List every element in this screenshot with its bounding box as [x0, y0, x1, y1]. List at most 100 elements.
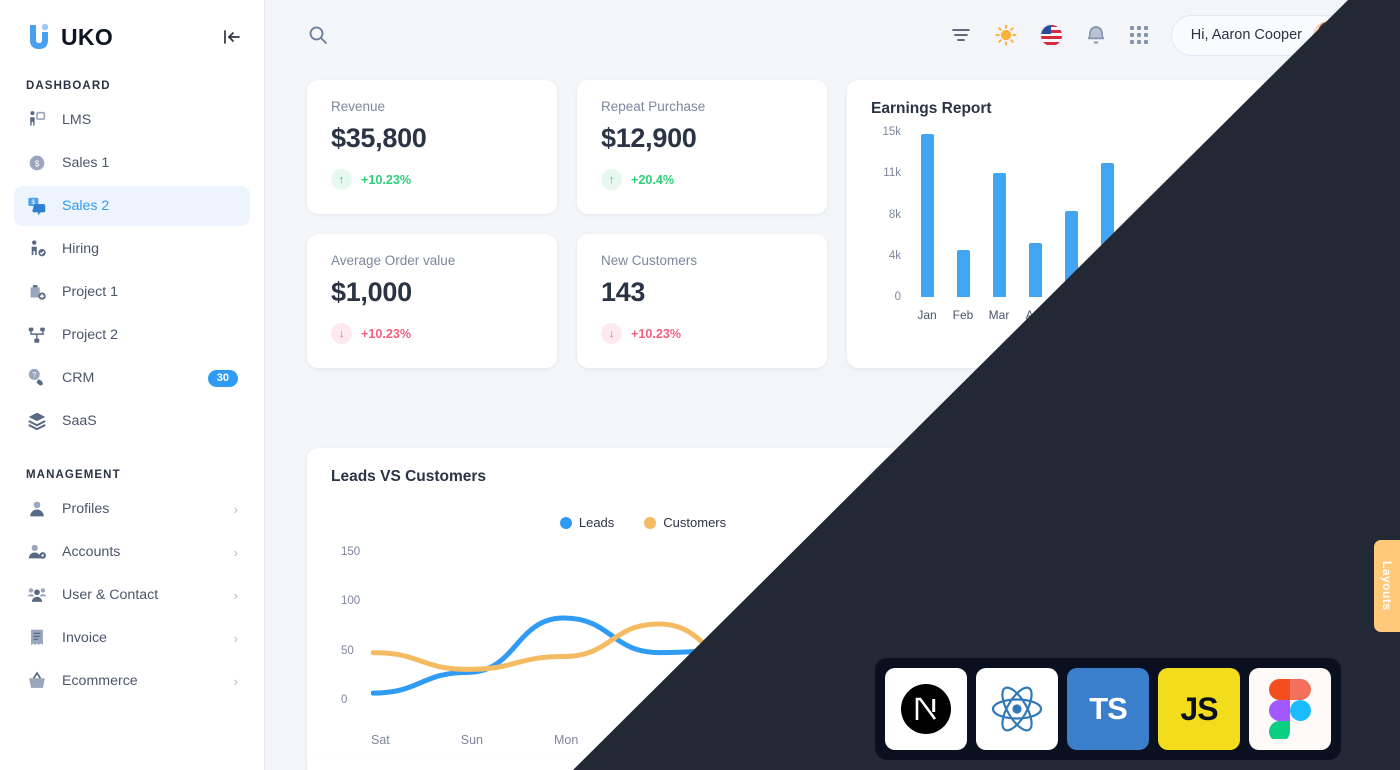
sidebar-item-accounts[interactable]: Accounts ›: [14, 532, 250, 572]
stat-value: $12,900: [601, 123, 697, 153]
react-icon[interactable]: [976, 668, 1058, 750]
sidebar-item-label: Sales 2: [62, 198, 110, 214]
leads-y-tick: 0: [341, 694, 348, 706]
user-avatar[interactable]: [1313, 20, 1343, 51]
earnings-x-tick: Nov: [1276, 308, 1298, 322]
earnings-x-tick: Oct: [1241, 308, 1261, 322]
stat-card-repeat-purchase[interactable]: Repeat Purchase $12,900 ↑ +20.4%: [577, 80, 827, 214]
earnings-header: Earnings Report Month: [871, 100, 1341, 118]
earnings-x-tick: Apr: [1025, 308, 1045, 322]
project-nodes-icon: [26, 324, 48, 346]
stat-delta: ↓ +10.23%: [331, 323, 533, 344]
bell-notification-icon[interactable]: [1085, 24, 1107, 46]
top-grid: Revenue $35,800 ↑ +10.23% Average Order …: [307, 80, 1365, 368]
filter-lines-icon[interactable]: [950, 24, 972, 46]
chevron-right-icon: ›: [233, 630, 238, 646]
earnings-bar: [956, 249, 970, 297]
stat-title: Repeat Purchase: [601, 99, 706, 114]
collapse-sidebar-icon[interactable]: [222, 27, 242, 47]
sidebar-item-lms[interactable]: LMS: [14, 100, 250, 140]
leads-x-axis: SatSunMonTueWedThuFri: [371, 733, 945, 747]
earnings-x-tick: Aug: [1168, 308, 1190, 322]
sidebar-item-ecommerce[interactable]: Ecommerce ›: [14, 661, 250, 701]
stat-delta: ↑ +10.23%: [331, 169, 533, 190]
earnings-bar: [920, 134, 934, 297]
tech-stack-strip: TS JS: [875, 658, 1341, 760]
earnings-x-axis: Jan Feb Mar Apr May Jun Jul Aug Sep Oct Nov Dec: [909, 308, 1341, 322]
earnings-bar: [1100, 162, 1114, 297]
earnings-y-tick: 8k: [888, 208, 901, 221]
sidebar-item-crm[interactable]: ? CRM 30: [14, 358, 250, 398]
typescript-icon[interactable]: TS: [1067, 668, 1149, 750]
sidebar-item-label: Profiles: [62, 501, 110, 517]
leads-header: Leads VS Customers Month: [331, 468, 955, 497]
chevron-right-icon: ›: [233, 587, 238, 603]
earnings-bar-slot[interactable]: [1089, 132, 1125, 297]
earnings-bar-chart: 0 4k 8k 11k 15k Jan Feb Mar Apr May Jun Jul Aug Sep O…: [871, 126, 1341, 332]
apps-grid-icon[interactable]: [1129, 25, 1149, 45]
stat-card-new-customers[interactable]: New Customers 143 ↓ +10.23%: [577, 234, 827, 368]
figma-icon[interactable]: [1249, 668, 1331, 750]
sidebar-item-label: SaaS: [62, 413, 97, 429]
earnings-x-tick: Sep: [1204, 308, 1226, 322]
earnings-bar-slot[interactable]: [945, 132, 981, 297]
earnings-range-select[interactable]: Month: [1281, 100, 1341, 115]
leads-legend: Leads Customers: [331, 515, 955, 530]
sidebar-item-project-2[interactable]: Project 2: [14, 315, 250, 355]
crm-chat-icon: ?: [26, 367, 48, 389]
nextjs-icon[interactable]: [885, 668, 967, 750]
earnings-bar-slot[interactable]: [981, 132, 1017, 297]
arrow-up-icon: ↑: [331, 169, 352, 190]
leads-x-tick: Mon: [553, 733, 579, 747]
chevron-down-icon: [1329, 104, 1341, 111]
sidebar-item-profiles[interactable]: Profiles ›: [14, 489, 250, 529]
earnings-bar-slot[interactable]: [1017, 132, 1053, 297]
search-icon[interactable]: [307, 24, 329, 46]
sidebar-item-hiring[interactable]: Hiring: [14, 229, 250, 269]
earnings-bar-slot[interactable]: [1233, 132, 1269, 297]
earnings-bar-slot[interactable]: [1269, 132, 1305, 297]
earnings-bar: [1280, 238, 1294, 297]
user-greeting: Hi, Aaron Cooper: [1190, 27, 1302, 43]
sidebar-item-label: Project 1: [62, 284, 118, 300]
us-flag-icon[interactable]: [1039, 23, 1063, 47]
legend-label-customers: Customers: [663, 515, 727, 530]
sidebar-item-label: Sales 1: [62, 155, 110, 171]
leads-x-tick: Sun: [460, 733, 483, 747]
earnings-bar-slot[interactable]: [909, 132, 945, 297]
earnings-bar-slot[interactable]: [1125, 132, 1161, 297]
earnings-bar: [1136, 261, 1150, 297]
project-status-title: Project Status: [1135, 466, 1240, 483]
sidebar-item-invoice[interactable]: Invoice ›: [14, 618, 250, 658]
stat-card-revenue[interactable]: Revenue $35,800 ↑ +10.23%: [307, 80, 557, 214]
layouts-tab-button[interactable]: Layouts: [1374, 540, 1400, 632]
donut-center-label: Avg Range: [1150, 581, 1225, 598]
sidebar-item-project-1[interactable]: Project 1: [14, 272, 250, 312]
sidebar-item-sales-2[interactable]: $ Sales 2: [14, 186, 250, 226]
stat-delta: ↓ +10.23%: [601, 323, 803, 344]
sidebar-item-saas[interactable]: SaaS: [14, 401, 250, 441]
leads-y-tick: 150: [341, 545, 361, 558]
leads-range-select[interactable]: Month: [868, 468, 955, 497]
earnings-bar-slot[interactable]: [1305, 132, 1341, 297]
earnings-bar-slot[interactable]: [1197, 132, 1233, 297]
earnings-bar-slot[interactable]: [1053, 132, 1089, 297]
user-menu-button[interactable]: Hi, Aaron Cooper: [1170, 14, 1350, 56]
sun-theme-icon[interactable]: [994, 23, 1018, 47]
stat-card-average-order-value[interactable]: Average Order value $1,000 ↓ +10.23%: [307, 234, 557, 368]
top-bar-actions: Hi, Aaron Cooper: [950, 14, 1350, 56]
earnings-x-tick: Jul: [1135, 308, 1151, 322]
sidebar-item-sales-1[interactable]: $ Sales 1: [14, 143, 250, 183]
javascript-icon[interactable]: JS: [1158, 668, 1240, 750]
sidebar: UKO DASHBOARD LMS $ Sales 1 $ Sales 2 Hiring Pr…: [0, 0, 265, 770]
stat-delta-text: +20.4%: [631, 172, 675, 187]
earnings-range-label: Month: [1281, 100, 1319, 115]
chevron-right-icon: ›: [233, 673, 238, 689]
sales-chat-icon: $: [26, 195, 48, 217]
dollar-badge-icon: $: [26, 152, 48, 174]
brand[interactable]: UKO: [26, 22, 113, 52]
earnings-x-tick: Feb: [952, 308, 974, 322]
basket-icon: [26, 670, 48, 692]
earnings-bar-slot[interactable]: [1161, 132, 1197, 297]
sidebar-item-user-contact[interactable]: User & Contact ›: [14, 575, 250, 615]
